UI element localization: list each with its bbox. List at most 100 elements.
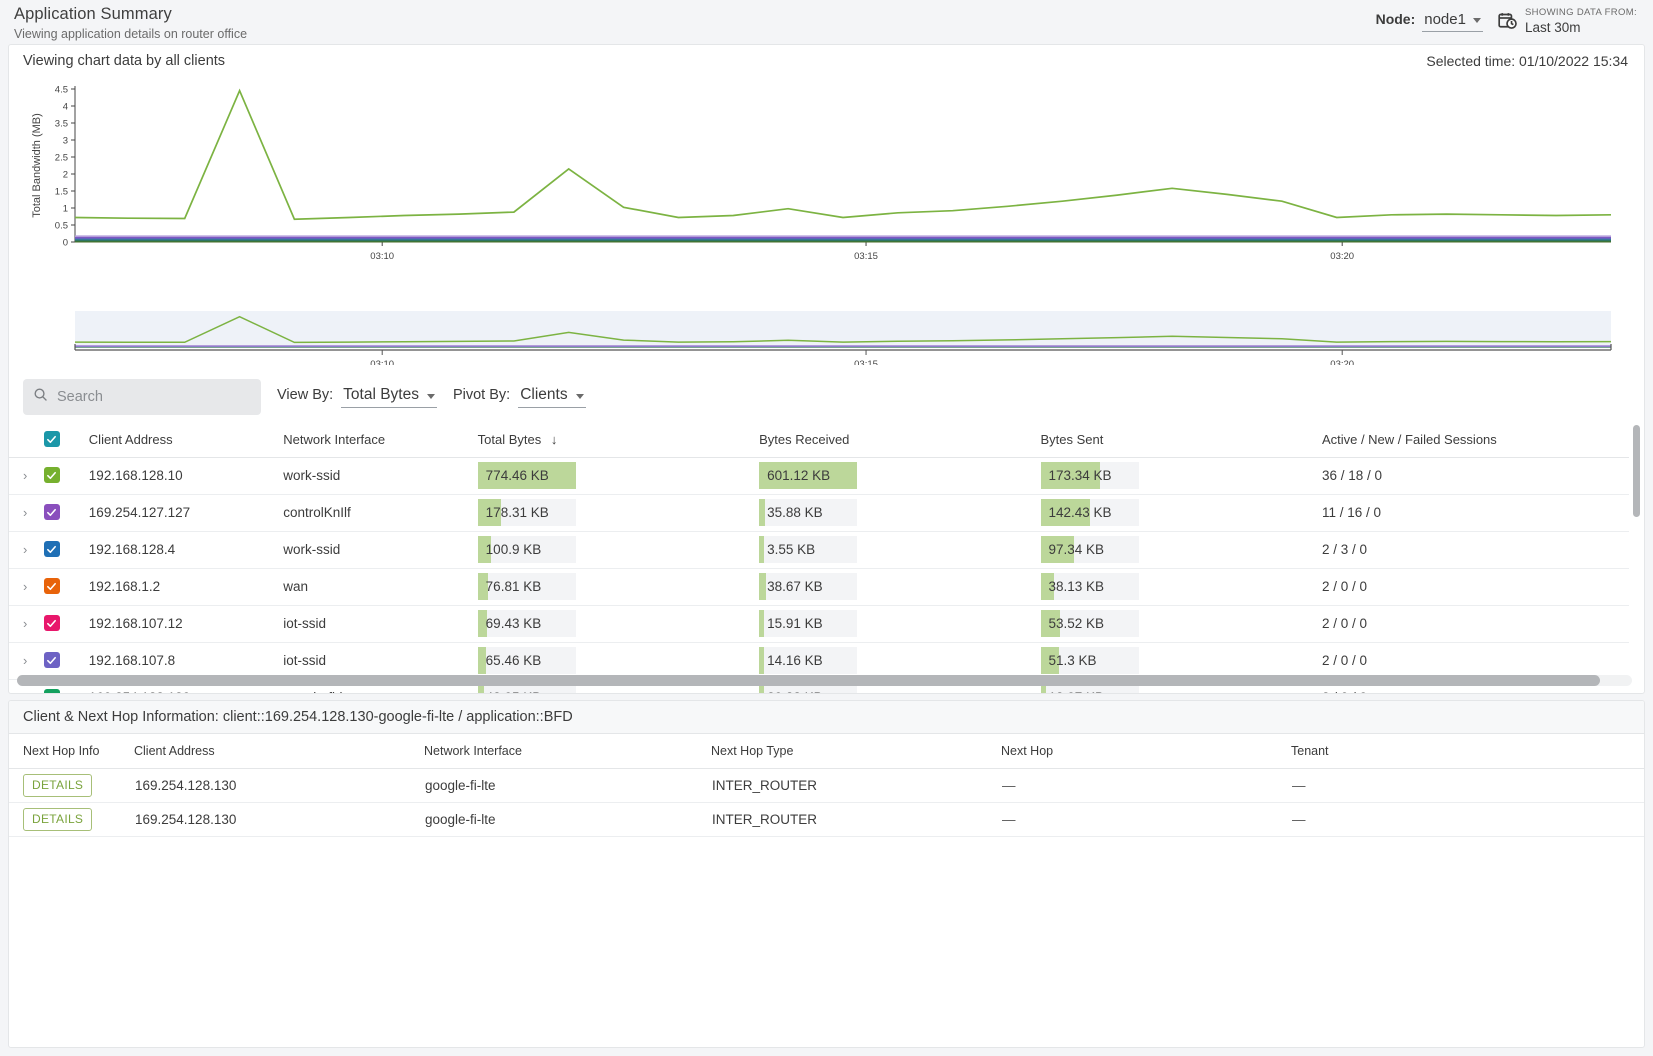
node-select[interactable]: node1 <box>1422 11 1483 32</box>
row-checkbox-cell[interactable] <box>44 568 89 605</box>
calendar-clock-icon <box>1497 11 1518 37</box>
cell-bytes-sent: 142.43 KB <box>1041 494 1322 531</box>
row-expand-cell[interactable]: › <box>9 605 44 642</box>
col-client-address[interactable]: Client Address <box>89 423 283 457</box>
chevron-down-icon[interactable]: ⌄ <box>9 691 33 694</box>
row-checkbox[interactable] <box>44 689 60 694</box>
chevron-right-icon[interactable]: › <box>9 579 27 594</box>
col-network-interface[interactable]: Network Interface <box>283 423 477 457</box>
cell-bytes-sent: 51.3 KB <box>1041 642 1322 679</box>
chevron-right-icon[interactable]: › <box>9 505 27 520</box>
row-expand-cell[interactable]: › <box>9 531 44 568</box>
chart-navigator[interactable]: 03:1003:1503:20 <box>9 307 1644 369</box>
row-checkbox-cell[interactable] <box>44 494 89 531</box>
nh-next-hop-type: INTER_ROUTER <box>711 803 1001 837</box>
search-input[interactable]: Search <box>23 379 261 415</box>
table-row[interactable]: ›192.168.1.2wan76.81 KB38.67 KB38.13 KB2… <box>9 568 1629 605</box>
value-bar: 178.31 KB <box>478 499 576 526</box>
value-bar: 13.07 KB <box>1041 684 1139 694</box>
next-hop-info-cell: DETAILS <box>9 769 134 803</box>
view-by-group: View By: Total Bytes <box>277 386 437 408</box>
row-checkbox-cell[interactable] <box>44 642 89 679</box>
row-checkbox-cell[interactable] <box>44 531 89 568</box>
view-by-select[interactable]: Total Bytes <box>341 386 437 408</box>
row-checkbox[interactable] <box>44 467 60 483</box>
chevron-right-icon[interactable]: › <box>9 468 27 483</box>
value-bar-label: 173.34 KB <box>1041 462 1139 489</box>
col-sessions[interactable]: Active / New / Failed Sessions <box>1322 423 1629 457</box>
cell-sessions: 2 / 0 / 0 <box>1322 642 1629 679</box>
search-icon <box>33 387 48 407</box>
col-total-bytes[interactable]: Total Bytes ↓ <box>478 423 759 457</box>
cell-network-interface: work-ssid <box>283 457 477 494</box>
nh-client-address: 169.254.128.130 <box>134 769 424 803</box>
value-bar: 38.67 KB <box>759 573 857 600</box>
clients-table: Client Address Network Interface Total B… <box>9 423 1629 694</box>
table-row[interactable]: ›192.168.128.10work-ssid774.46 KB601.12 … <box>9 457 1629 494</box>
row-checkbox-cell[interactable] <box>44 605 89 642</box>
view-by-label: View By: <box>277 387 333 403</box>
cell-network-interface: wan <box>283 568 477 605</box>
svg-text:1.5: 1.5 <box>55 187 68 198</box>
row-checkbox[interactable] <box>44 578 60 594</box>
cell-network-interface: iot-ssid <box>283 605 477 642</box>
cell-network-interface: work-ssid <box>283 531 477 568</box>
row-expand-cell[interactable]: › <box>9 457 44 494</box>
pivot-by-select[interactable]: Clients <box>518 386 585 408</box>
clients-table-body: ›192.168.128.10work-ssid774.46 KB601.12 … <box>9 457 1629 694</box>
value-bar-label: 29.88 KB <box>759 684 857 694</box>
chevron-right-icon[interactable]: › <box>9 542 27 557</box>
value-bar: 142.43 KB <box>1041 499 1139 526</box>
col-bytes-sent[interactable]: Bytes Sent <box>1041 423 1322 457</box>
row-checkbox[interactable] <box>44 504 60 520</box>
next-hop-row: DETAILS169.254.128.130google-fi-lteINTER… <box>9 769 1644 803</box>
cell-total-bytes: 65.46 KB <box>478 642 759 679</box>
expand-col-header <box>9 423 44 457</box>
value-bar: 38.13 KB <box>1041 573 1139 600</box>
nh-network-interface: google-fi-lte <box>424 803 711 837</box>
bandwidth-chart[interactable]: 00.511.522.533.544.5Total Bandwidth (MB)… <box>9 77 1644 307</box>
svg-text:2: 2 <box>63 170 68 181</box>
cell-total-bytes: 69.43 KB <box>478 605 759 642</box>
row-expand-cell[interactable]: › <box>9 568 44 605</box>
value-bar: 29.88 KB <box>759 684 857 694</box>
time-range-value: Last 30m <box>1525 20 1637 37</box>
cell-client-address: 192.168.128.10 <box>89 457 283 494</box>
row-expand-cell[interactable]: › <box>9 642 44 679</box>
value-bar-label: 53.52 KB <box>1041 610 1139 637</box>
pivot-by-value: Clients <box>520 386 567 404</box>
value-bar-label: 35.88 KB <box>759 499 857 526</box>
table-vertical-scrollbar[interactable] <box>1633 425 1640 517</box>
value-bar: 35.88 KB <box>759 499 857 526</box>
value-bar-label: 14.16 KB <box>759 647 857 674</box>
table-header-row: Client Address Network Interface Total B… <box>9 423 1629 457</box>
value-bar: 76.81 KB <box>478 573 576 600</box>
row-checkbox[interactable] <box>44 615 60 631</box>
row-checkbox-cell[interactable] <box>44 457 89 494</box>
col-total-bytes-label: Total Bytes <box>478 432 542 447</box>
details-button[interactable]: DETAILS <box>23 774 92 797</box>
sort-desc-icon: ↓ <box>551 432 558 447</box>
table-row[interactable]: ›192.168.128.4work-ssid100.9 KB3.55 KB97… <box>9 531 1629 568</box>
time-range-group[interactable]: SHOWING DATA FROM: Last 30m <box>1497 5 1637 37</box>
chevron-right-icon[interactable]: › <box>9 653 27 668</box>
pivot-by-group: Pivot By: Clients <box>453 386 586 408</box>
col-bytes-received[interactable]: Bytes Received <box>759 423 1040 457</box>
svg-text:03:20: 03:20 <box>1330 251 1354 262</box>
details-button[interactable]: DETAILS <box>23 808 92 831</box>
select-all-cell <box>44 423 89 457</box>
row-expand-cell[interactable]: › <box>9 494 44 531</box>
table-row[interactable]: ›169.254.127.127controlKnIlf178.31 KB35.… <box>9 494 1629 531</box>
table-row[interactable]: ›192.168.107.8iot-ssid65.46 KB14.16 KB51… <box>9 642 1629 679</box>
chevron-right-icon[interactable]: › <box>9 616 27 631</box>
row-checkbox[interactable] <box>44 652 60 668</box>
row-checkbox[interactable] <box>44 541 60 557</box>
table-row[interactable]: ›192.168.107.12iot-ssid69.43 KB15.91 KB5… <box>9 605 1629 642</box>
cell-bytes-received: 15.91 KB <box>759 605 1040 642</box>
next-hop-panel-title: Client & Next Hop Information: client::1… <box>9 701 1644 734</box>
svg-text:4: 4 <box>63 102 68 113</box>
cell-bytes-received: 601.12 KB <box>759 457 1040 494</box>
select-all-checkbox[interactable] <box>44 431 60 447</box>
svg-text:03:10: 03:10 <box>370 359 394 365</box>
value-bar: 15.91 KB <box>759 610 857 637</box>
